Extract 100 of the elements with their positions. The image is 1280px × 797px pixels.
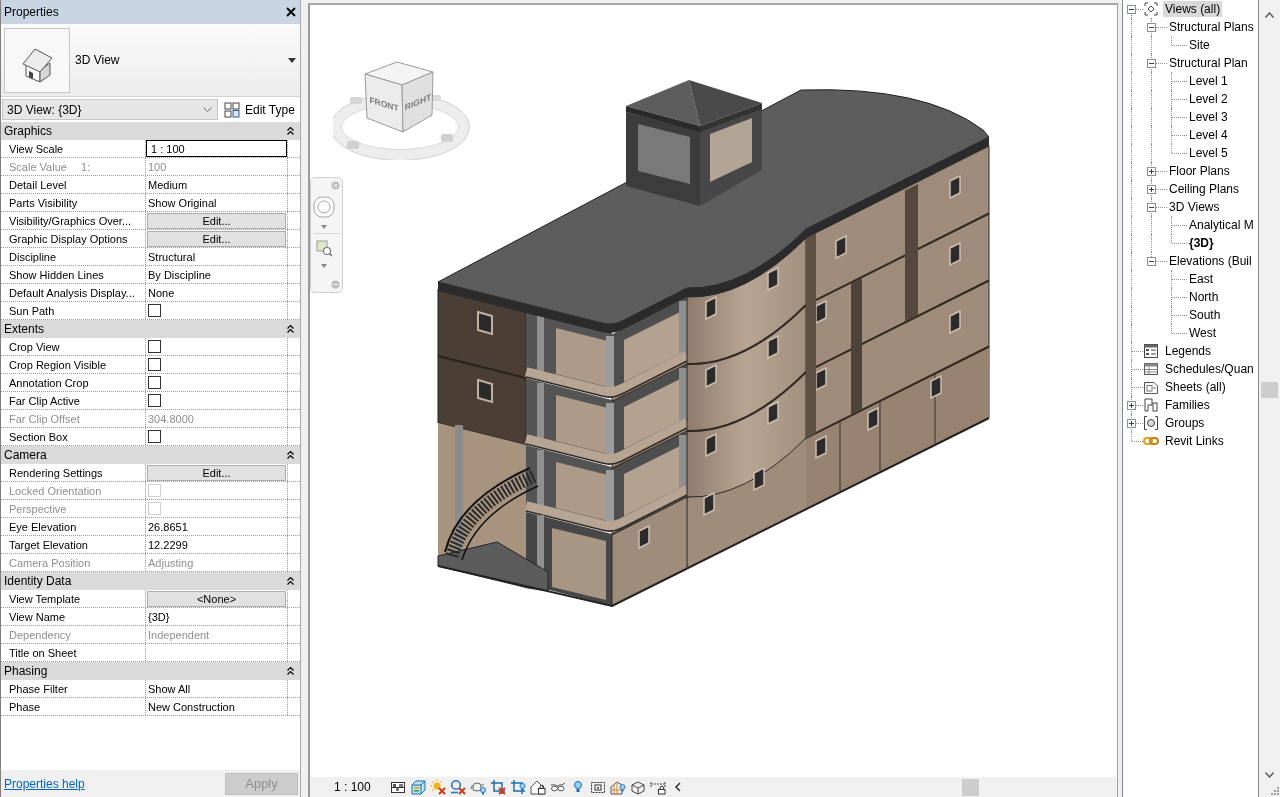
edit-button[interactable]: Edit...	[147, 230, 286, 247]
help-link[interactable]: Properties help	[4, 776, 85, 791]
tree-item[interactable]: Groups	[1163, 415, 1207, 431]
collapse-icon[interactable]	[287, 577, 294, 585]
crop-bulb-icon[interactable]	[509, 779, 526, 795]
tree-item[interactable]: West	[1187, 325, 1219, 341]
tree-item[interactable]: Views (all)	[1163, 1, 1223, 17]
grid-bulb-icon[interactable]	[609, 779, 626, 795]
group-header[interactable]: Camera	[1, 446, 300, 464]
expander-icon[interactable]	[1147, 257, 1156, 266]
sheet-icon	[1143, 379, 1159, 395]
property-label: Perspective	[9, 502, 67, 515]
tree-item[interactable]: {3D}	[1187, 235, 1216, 251]
property-label: Visibility/Graphics Over...	[9, 214, 132, 227]
tree-item[interactable]: North	[1187, 289, 1221, 305]
teapot-icon[interactable]	[469, 779, 486, 795]
collapse-icon[interactable]	[287, 451, 294, 459]
property-value: Structural	[147, 250, 196, 263]
group-header[interactable]: Graphics	[1, 122, 300, 140]
property-label: Show Hidden Lines	[9, 268, 104, 281]
shapes-icon	[1143, 397, 1159, 413]
edit-button[interactable]: <None>	[147, 590, 286, 607]
tree-item[interactable]: Site	[1187, 37, 1212, 53]
tree-item[interactable]: Schedules/Quan	[1163, 361, 1256, 377]
scrollbar-thumb[interactable]	[1261, 382, 1278, 398]
checkbox[interactable]	[148, 430, 161, 443]
group-header[interactable]: Phasing	[1, 662, 300, 680]
edit-type-button[interactable]: Edit Type	[222, 101, 297, 118]
tree-item[interactable]: Revit Links	[1163, 433, 1226, 449]
tree-item[interactable]: Level 3	[1187, 109, 1230, 125]
checkbox[interactable]	[148, 340, 161, 353]
tree-item[interactable]: Level 1	[1187, 73, 1230, 89]
scrollbar-thumb[interactable]	[962, 778, 979, 796]
property-value: By Discipline	[147, 268, 211, 281]
tree-item[interactable]: Legends	[1163, 343, 1214, 359]
expander-icon[interactable]	[1127, 401, 1136, 410]
house-lock-icon[interactable]	[529, 779, 546, 795]
box-icon[interactable]	[629, 779, 646, 795]
bracket-circle-icon	[1143, 415, 1159, 431]
expander-icon[interactable]	[1147, 203, 1156, 212]
tree-item[interactable]: Level 5	[1187, 145, 1230, 161]
checkbox[interactable]	[148, 376, 161, 389]
view-frame-icon	[1143, 1, 1159, 17]
collapse-icon[interactable]	[287, 127, 294, 135]
list-icon	[1143, 343, 1159, 359]
checkbox[interactable]	[148, 394, 161, 407]
tree-item[interactable]: Ceiling Plans	[1167, 181, 1242, 197]
group-header[interactable]: Identity Data	[1, 572, 300, 590]
expander-icon[interactable]	[1147, 185, 1156, 194]
close-icon[interactable]	[286, 7, 296, 17]
collapse-icon[interactable]	[287, 325, 294, 333]
tree-item[interactable]: 3D Views	[1167, 199, 1222, 215]
tree-item[interactable]: Structural Plans	[1167, 19, 1256, 35]
tree-item[interactable]: East	[1187, 271, 1215, 287]
tree-item[interactable]: Level 2	[1187, 91, 1230, 107]
property-label: Far Clip Offset	[9, 412, 80, 425]
house-icon	[4, 27, 70, 93]
caret-down-icon[interactable]	[288, 57, 296, 63]
property-value: 12.2299	[147, 538, 188, 551]
table-icon	[1143, 361, 1159, 377]
tree-item[interactable]: Floor Plans	[1167, 163, 1232, 179]
crop-x-icon[interactable]	[489, 779, 506, 795]
property-value: 100	[147, 160, 167, 173]
expander-icon[interactable]	[1127, 419, 1136, 428]
expander-icon[interactable]	[1127, 5, 1136, 14]
scroll-up-icon[interactable]	[1265, 12, 1274, 18]
scroll-down-icon[interactable]	[1265, 772, 1274, 778]
tree-item[interactable]: Level 4	[1187, 127, 1230, 143]
checkbox[interactable]	[148, 304, 161, 317]
property-label: Rendering Settings	[9, 466, 103, 479]
scale-field[interactable]: 1 : 100	[146, 140, 287, 157]
frame-icon[interactable]	[589, 779, 606, 795]
instance-dropdown[interactable]: 3D View: {3D}	[2, 99, 218, 120]
expander-icon[interactable]	[1147, 59, 1156, 68]
cube-icon[interactable]	[409, 779, 426, 795]
property-value: Medium	[147, 178, 188, 191]
checkbox[interactable]	[148, 358, 161, 371]
resize-grip-icon[interactable]	[1270, 786, 1279, 795]
tree-item[interactable]: Sheets (all)	[1163, 379, 1228, 395]
tree-item[interactable]: South	[1187, 307, 1223, 323]
expander-icon[interactable]	[1147, 167, 1156, 176]
property-label: Phase Filter	[9, 682, 68, 695]
tree-item[interactable]: Elevations (Buil	[1167, 253, 1254, 269]
edit-button[interactable]: Edit...	[147, 212, 286, 229]
dimension-lock-icon[interactable]	[649, 779, 666, 795]
expander-icon[interactable]	[1147, 23, 1156, 32]
group-header[interactable]: Extents	[1, 320, 300, 338]
property-label: Annotation Crop	[9, 376, 89, 389]
view-scale-control[interactable]: 1 : 100	[334, 780, 371, 794]
sun-x-icon[interactable]	[429, 779, 446, 795]
zoom-icon[interactable]	[316, 240, 333, 257]
edit-button[interactable]: Edit...	[147, 464, 286, 481]
tree-item[interactable]: Analytical M	[1187, 217, 1256, 233]
tree-item[interactable]: Structural Plan	[1167, 55, 1250, 71]
collapse-icon[interactable]	[287, 667, 294, 675]
type-selector[interactable]: 3D View	[1, 24, 300, 97]
circle-x-icon[interactable]	[449, 779, 466, 795]
tree-item[interactable]: Families	[1163, 397, 1212, 413]
property-label: Graphic Display Options	[9, 232, 128, 245]
grid-box-icon[interactable]	[389, 779, 406, 795]
